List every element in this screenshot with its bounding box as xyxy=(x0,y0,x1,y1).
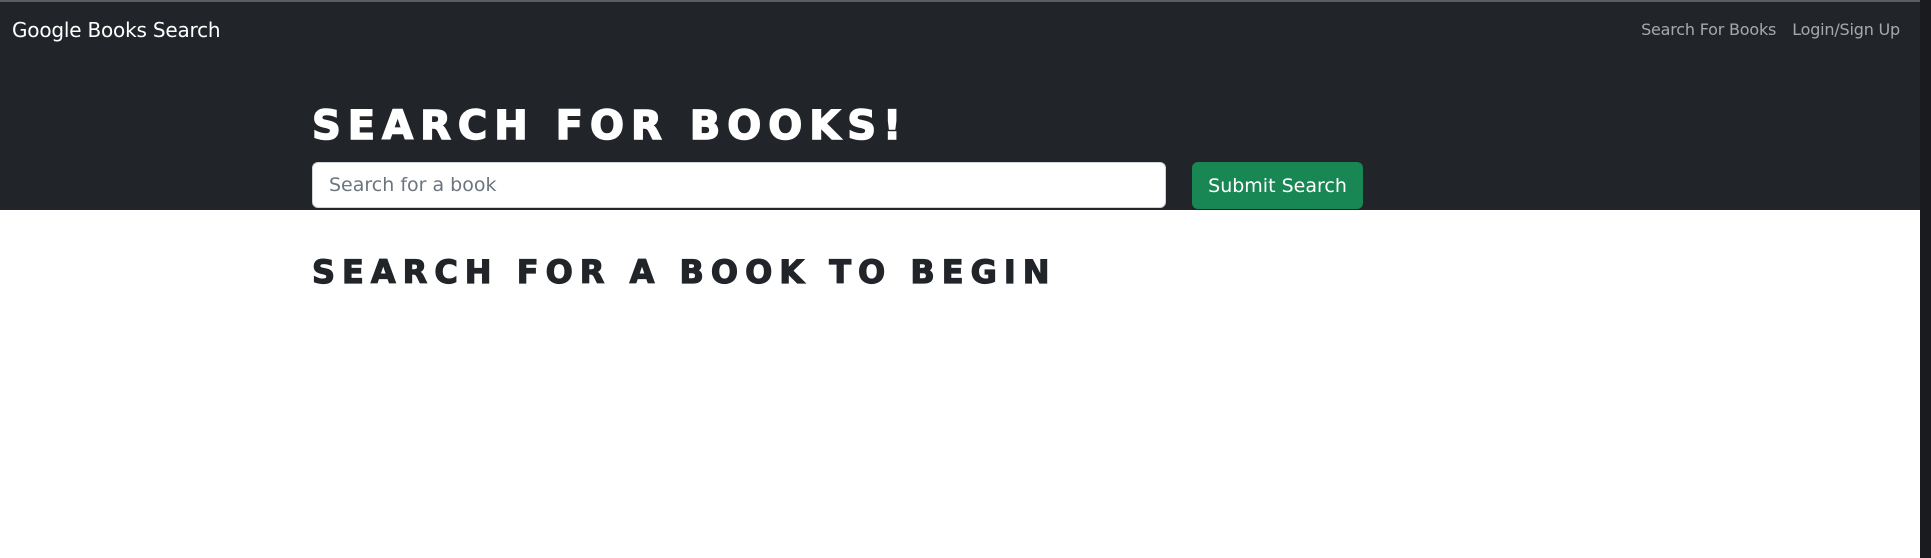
nav-link-login-signup[interactable]: Login/Sign Up xyxy=(1792,20,1900,39)
search-hero: Search for Books! Submit Search xyxy=(0,59,1920,210)
results-heading: Search for a book to begin xyxy=(311,252,1057,291)
page: Google Books Search Search For Books Log… xyxy=(0,0,1931,558)
search-input[interactable] xyxy=(312,162,1166,208)
page-title: Search for Books! xyxy=(311,102,909,150)
submit-search-button[interactable]: Submit Search xyxy=(1192,162,1363,209)
nav-link-search-for-books[interactable]: Search For Books xyxy=(1641,20,1776,39)
nav-links: Search For Books Login/Sign Up xyxy=(1641,20,1900,39)
window-right-edge xyxy=(1920,0,1931,558)
brand-link[interactable]: Google Books Search xyxy=(12,18,221,42)
navbar: Google Books Search Search For Books Log… xyxy=(0,2,1920,59)
